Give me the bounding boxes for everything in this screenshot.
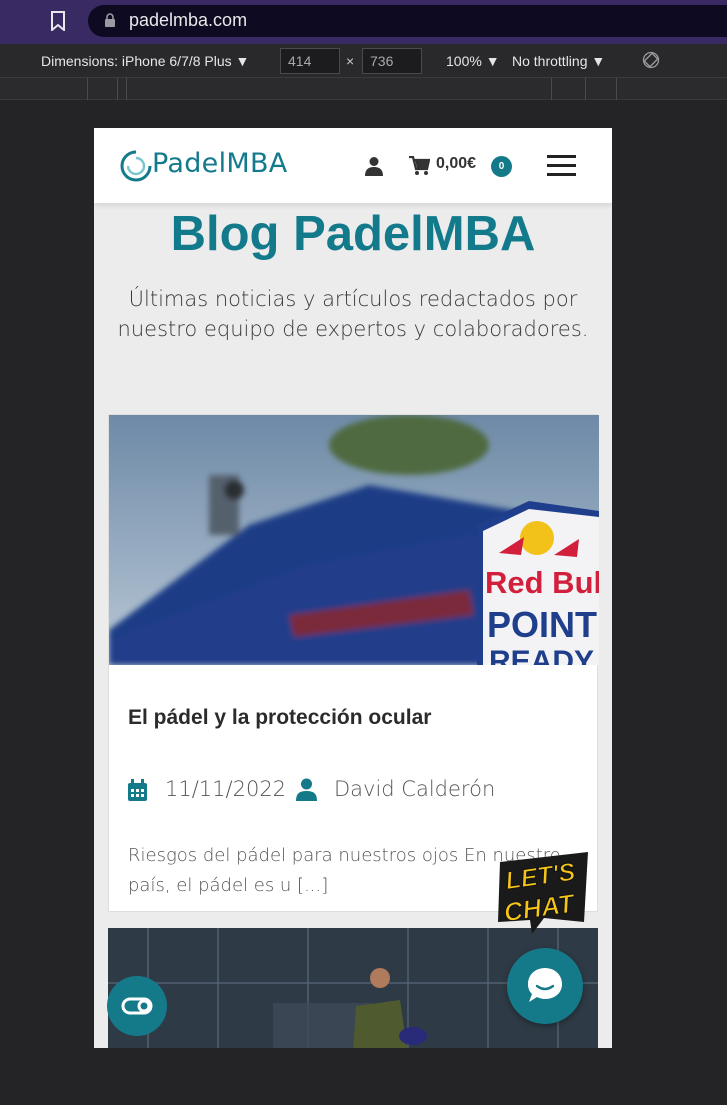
- image-text-brand: Red Bull: [485, 565, 599, 600]
- page-title: Blog PadelMBA: [170, 207, 536, 261]
- lets-chat-sticker[interactable]: LET'S CHAT: [494, 850, 594, 936]
- post-author[interactable]: David Calderón: [334, 777, 495, 801]
- zoom-dropdown[interactable]: 100% ▼: [446, 53, 500, 69]
- throttling-dropdown[interactable]: No throttling ▼: [512, 53, 605, 69]
- width-input[interactable]: 414: [280, 48, 340, 74]
- post-image[interactable]: Red Bull POINT READY: [109, 415, 599, 665]
- cart-count-badge: 0: [491, 156, 512, 177]
- cart-icon[interactable]: [409, 156, 430, 176]
- lock-icon: [105, 13, 115, 27]
- accessibility-icon: [121, 997, 153, 1015]
- image-text-ready: READY: [489, 645, 594, 665]
- page-subtitle: Últimas noticias y artículos redactados …: [117, 287, 589, 341]
- chat-icon: [528, 968, 562, 1002]
- post-date: 11/11/2022: [165, 777, 287, 801]
- cart-total[interactable]: 0,00€: [436, 155, 476, 173]
- accessibility-button[interactable]: [107, 976, 167, 1036]
- post-card[interactable]: Red Bull POINT READY El pádel y la prote…: [108, 414, 599, 912]
- media-query-ruler: [0, 78, 727, 100]
- post-title[interactable]: El pádel y la protección ocular: [128, 706, 431, 730]
- times-sign: ×: [346, 53, 355, 69]
- menu-icon[interactable]: [547, 155, 577, 177]
- logo-text[interactable]: PadelMBA: [152, 148, 288, 179]
- author-icon: [296, 778, 317, 801]
- calendar-icon: [128, 779, 147, 801]
- url-text[interactable]: padelmba.com: [129, 10, 247, 31]
- mobile-viewport: PadelMBA 0,00€ 0 Blog PadelMBA Últimas n…: [94, 128, 612, 1048]
- bookmark-icon[interactable]: [50, 11, 66, 31]
- height-input[interactable]: 736: [362, 48, 422, 74]
- devtools-device-toolbar: Dimensions: iPhone 6/7/8 Plus ▼ 414 × 73…: [0, 44, 727, 78]
- chat-button[interactable]: [507, 948, 583, 1024]
- logo-icon[interactable]: [120, 150, 152, 182]
- rotate-icon[interactable]: [642, 51, 660, 69]
- site-header: PadelMBA 0,00€ 0: [94, 128, 612, 203]
- user-icon[interactable]: [364, 156, 384, 176]
- browser-address-bar: padelmba.com: [0, 0, 727, 44]
- device-dimensions-dropdown[interactable]: Dimensions: iPhone 6/7/8 Plus ▼: [41, 53, 249, 69]
- image-text-point: POINT: [487, 604, 597, 645]
